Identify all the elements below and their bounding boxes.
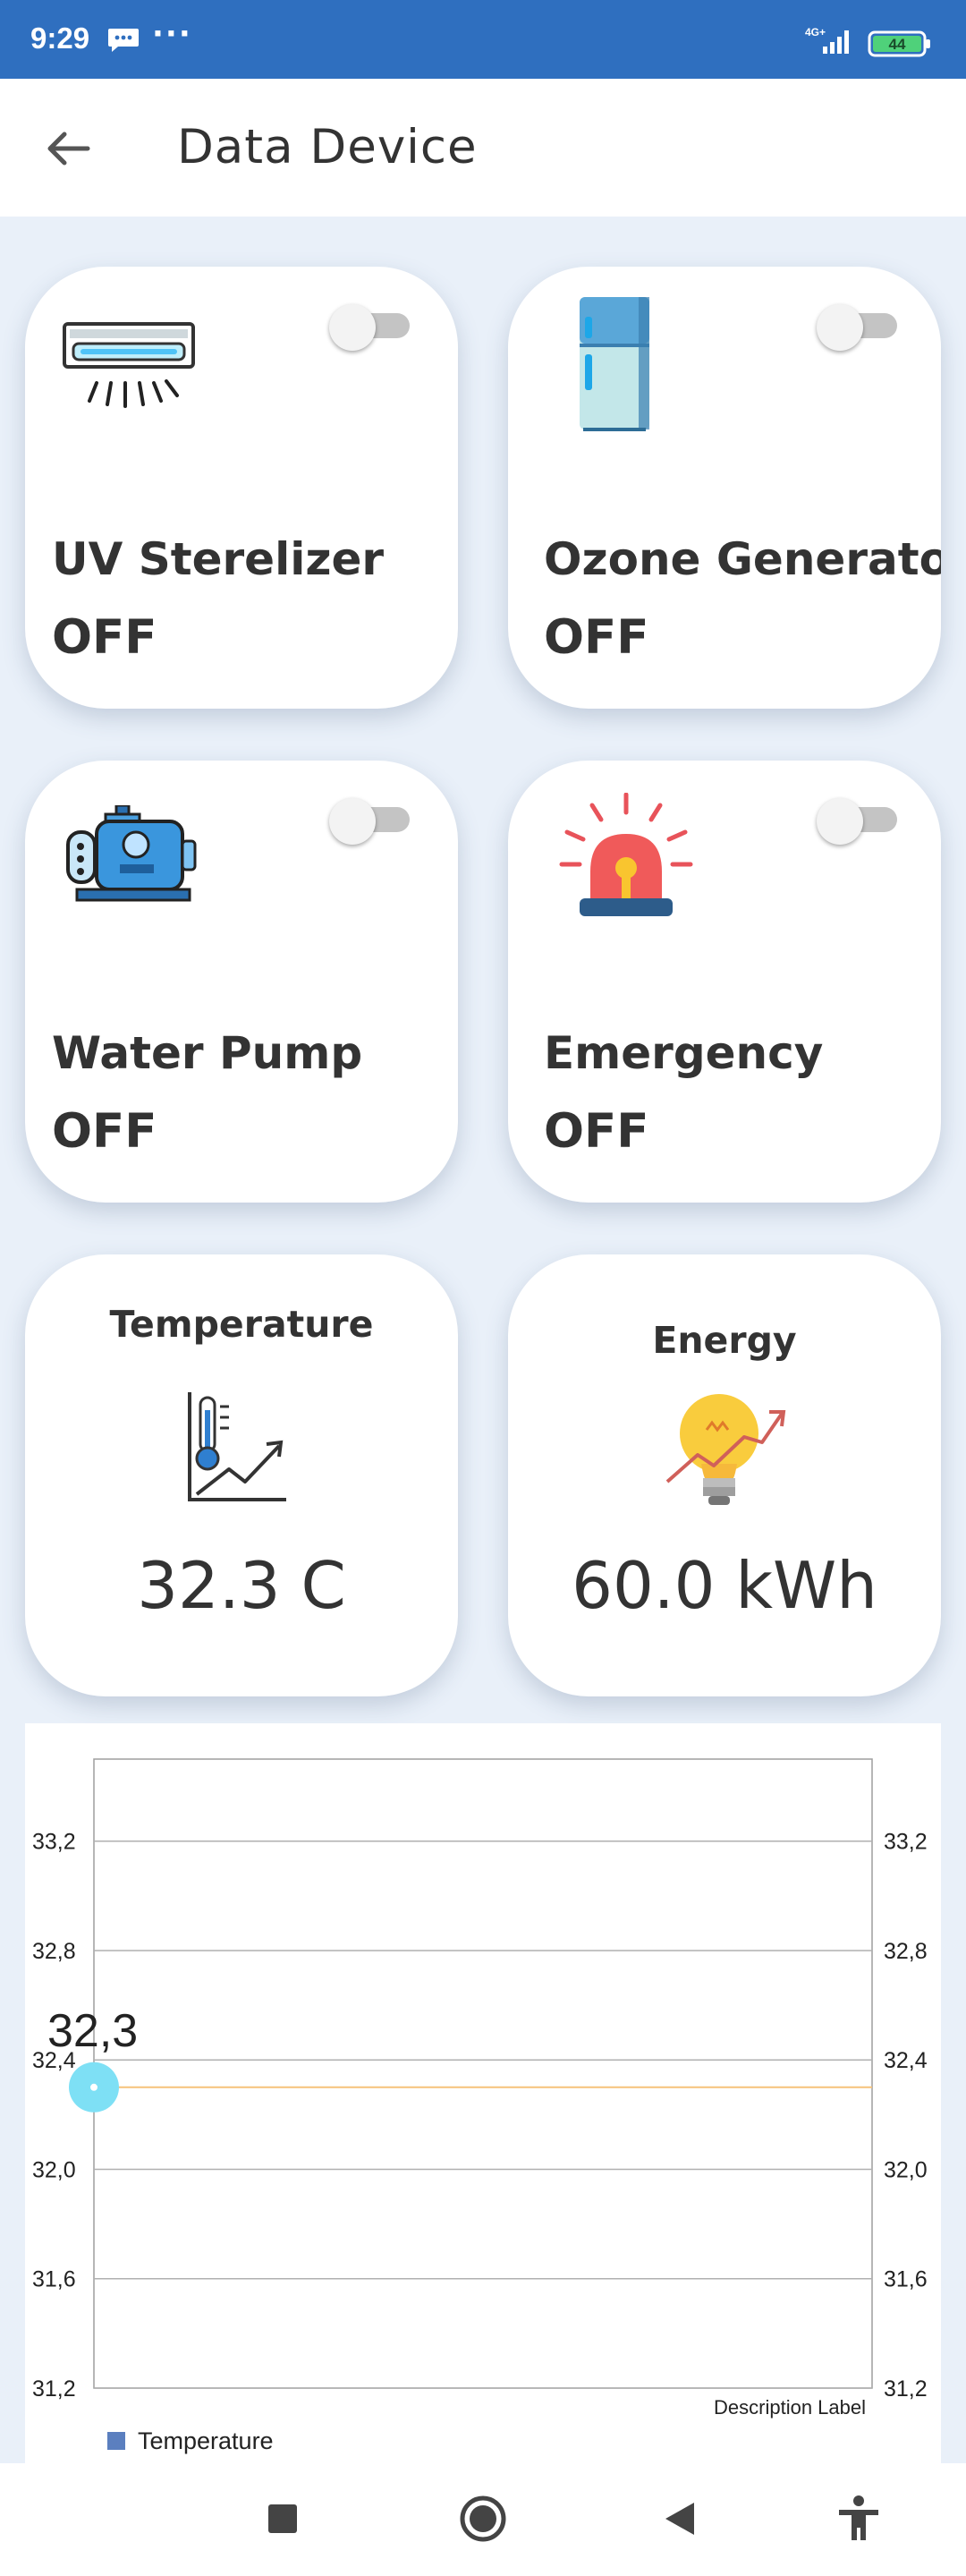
app-bar: Data Device	[0, 79, 966, 217]
home-icon[interactable]	[454, 2490, 512, 2547]
y-axis-left-ticks: 33,232,832,432,031,631,2	[32, 1830, 76, 2402]
status-bar: 9:29 ··· 4G+ 44	[0, 0, 966, 79]
battery-level: 44	[889, 36, 906, 53]
device-card-uv-sterilizer[interactable]: UV Sterelizer OFF	[25, 267, 458, 709]
lightbulb-trend-icon	[665, 1394, 786, 1505]
sensor-value: 60.0 kWh	[572, 1548, 877, 1623]
battery-icon: 44	[868, 30, 930, 57]
device-state: OFF	[52, 610, 157, 665]
device-card-ozone-generator[interactable]: Ozone Generator OFF	[508, 267, 941, 709]
device-name: UV Sterelizer	[52, 533, 385, 585]
device-card-water-pump[interactable]: Water Pump OFF	[25, 761, 458, 1203]
sensor-card-temperature: Temperature 32.3 C	[25, 1254, 458, 1696]
y-tick-label-right: 32,4	[884, 2048, 928, 2073]
y-tick-label-right: 32,0	[884, 2157, 928, 2182]
temperature-chart[interactable]: 33,2 32,8 32,4 32,0 31,6 31,2 33,2 32,8 32,4 32,…	[25, 1723, 941, 2463]
page-title: Data Device	[177, 120, 478, 174]
network-4g-icon: 4G+	[805, 26, 849, 54]
back-icon[interactable]	[653, 2490, 710, 2547]
sensor-title: Temperature	[109, 1303, 374, 1346]
ozone-generator-toggle[interactable]	[817, 304, 901, 351]
device-name: Ozone Generator	[544, 533, 941, 585]
y-tick-label-left: 31,6	[32, 2267, 76, 2292]
y-tick-label-left: 31,2	[32, 2376, 76, 2402]
y-tick-label-right: 31,2	[884, 2376, 928, 2402]
legend-swatch	[107, 2432, 125, 2450]
y-tick-label-left: 33,2	[32, 1830, 76, 1855]
message-icon	[108, 29, 139, 52]
temperature-line-chart: 33,2 32,8 32,4 32,0 31,6 31,2 33,2 32,8 32,4 32,…	[32, 1758, 928, 2454]
device-name: Water Pump	[52, 1027, 363, 1079]
chart-series: 32,3	[47, 2005, 872, 2113]
device-state: OFF	[544, 610, 649, 665]
temperature-chart-icon	[188, 1392, 286, 1501]
data-point-label: 32,3	[47, 2005, 138, 2057]
y-tick-label-left: 32,0	[32, 2157, 76, 2182]
uv-sterilizer-toggle[interactable]	[329, 304, 413, 351]
device-card-emergency[interactable]: Emergency OFF	[508, 761, 941, 1203]
emergency-toggle[interactable]	[817, 798, 901, 845]
water-pump-icon	[66, 805, 197, 902]
sensor-card-energy: Energy 60.0 kWh	[508, 1254, 941, 1696]
recent-apps-icon[interactable]	[254, 2490, 311, 2547]
more-dots-icon: ···	[152, 16, 192, 52]
arrow-left-icon[interactable]	[39, 120, 97, 177]
device-name: Emergency	[544, 1027, 824, 1079]
sensor-title: Energy	[652, 1319, 797, 1362]
data-point-center	[90, 2083, 97, 2091]
description-label: Description Label	[714, 2396, 866, 2419]
accessibility-icon[interactable]	[830, 2490, 887, 2547]
y-tick-label-left: 32,8	[32, 1939, 76, 1964]
siren-icon	[559, 793, 693, 916]
water-pump-toggle[interactable]	[329, 798, 413, 845]
sensor-value: 32.3 C	[137, 1548, 346, 1623]
y-tick-label-right: 33,2	[884, 1830, 928, 1855]
refrigerator-icon	[580, 297, 649, 431]
status-time: 9:29	[30, 21, 90, 55]
y-tick-label-right: 32,8	[884, 1939, 928, 1964]
legend-label: Temperature	[138, 2427, 274, 2454]
uv-sterilizer-icon	[63, 322, 195, 408]
device-state: OFF	[52, 1104, 157, 1159]
chart-grid	[93, 1758, 873, 2389]
y-tick-label-right: 31,6	[884, 2267, 928, 2292]
navigation-bar	[0, 2463, 966, 2576]
device-state: OFF	[544, 1104, 649, 1159]
y-axis-right-ticks: 33,2 32,8 32,4 32,0 31,6 31,2	[884, 1830, 928, 2402]
network-label: 4G+	[805, 26, 826, 38]
plot-frame	[93, 1758, 873, 2389]
